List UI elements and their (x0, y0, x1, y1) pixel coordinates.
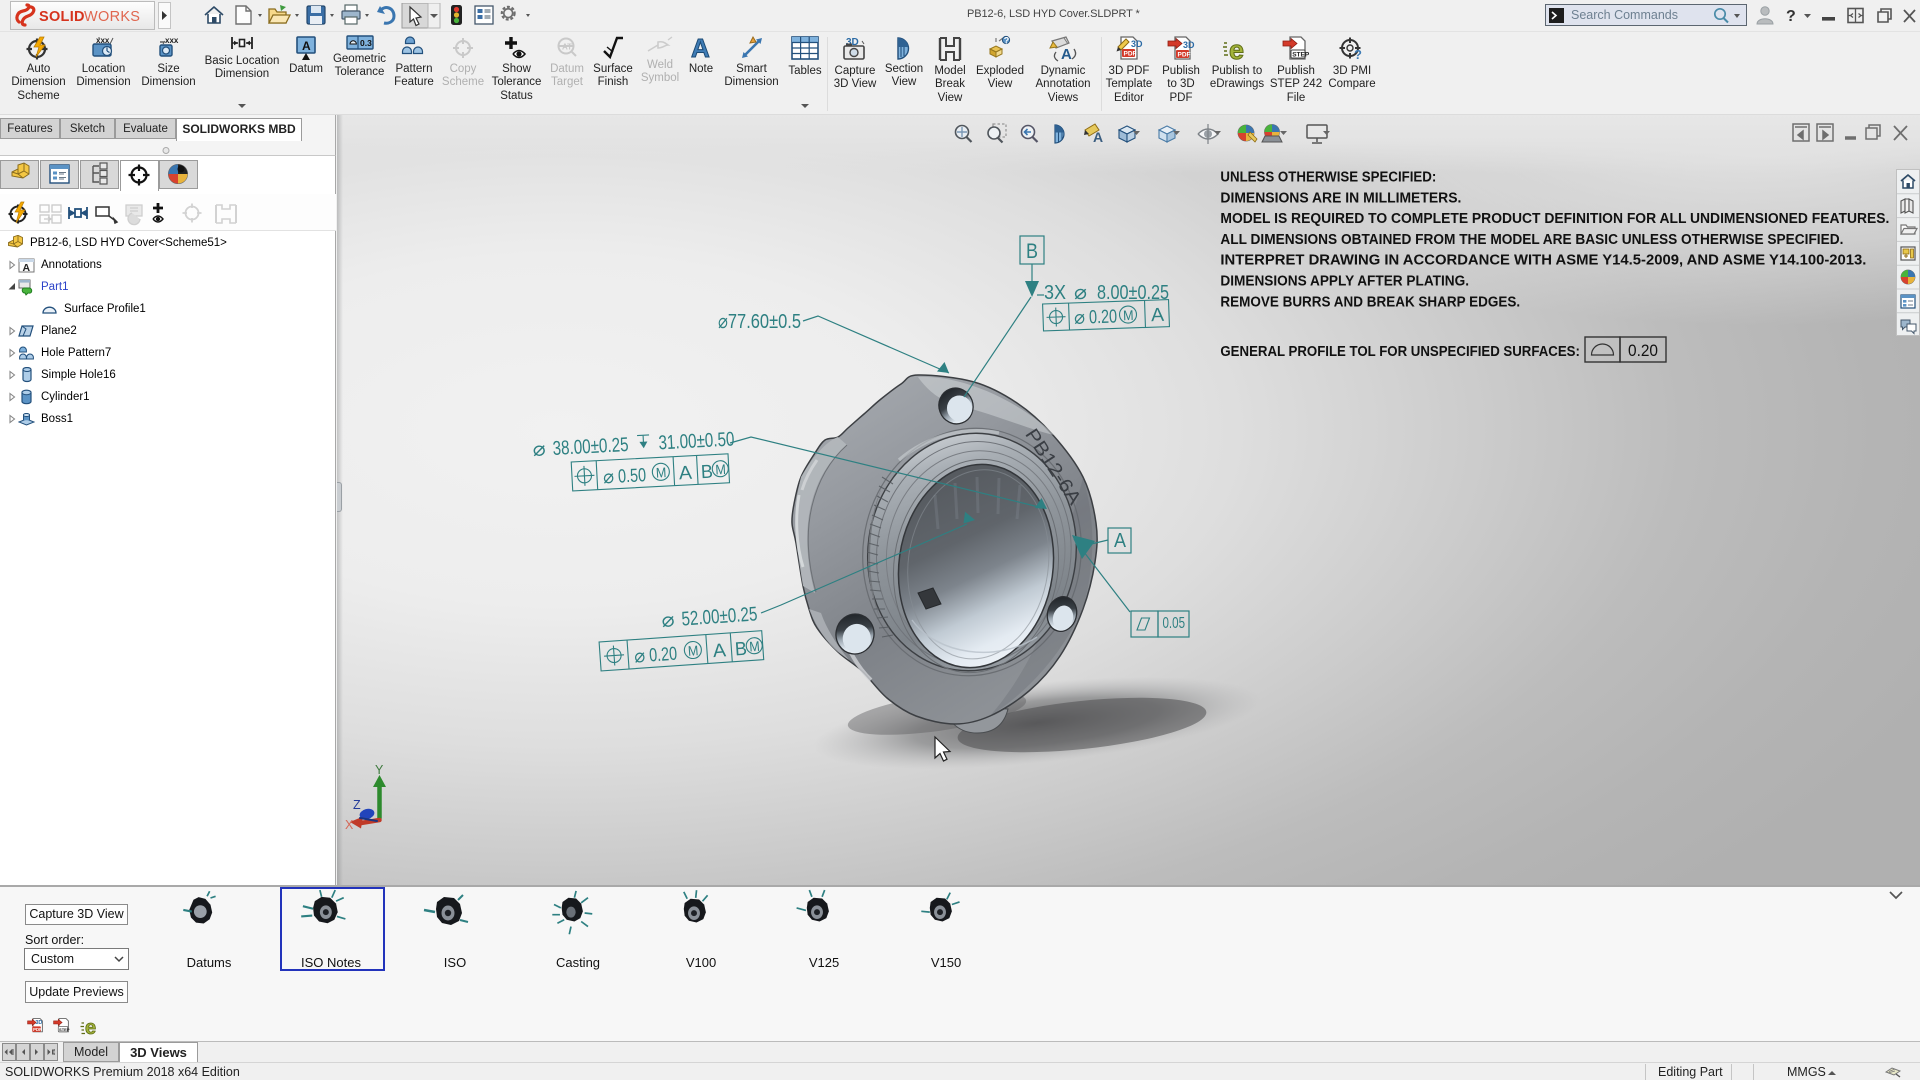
svg-text:WORKS: WORKS (84, 9, 140, 25)
svg-text:A: A (1114, 530, 1127, 552)
svg-text:A: A (1093, 129, 1103, 145)
svg-text:e: e (85, 1017, 96, 1039)
svg-text:3D: 3D (35, 1020, 42, 1026)
svg-text:STEP: STEP (59, 1027, 70, 1032)
svg-text:52.00±0.25: 52.00±0.25 (681, 603, 758, 630)
svg-text:A: A (302, 39, 311, 53)
svg-text:M: M (749, 638, 761, 655)
svg-text:DIMENSIONS APPLY AFTER PLATING: DIMENSIONS APPLY AFTER PLATING. (1220, 273, 1469, 290)
svg-text:M: M (1123, 307, 1134, 323)
svg-text:DIMENSIONS ARE IN MILLIMETERS.: DIMENSIONS ARE IN MILLIMETERS. (1220, 189, 1461, 206)
svg-text:⌀77.60±0.5: ⌀77.60±0.5 (718, 311, 801, 333)
svg-text:0.3: 0.3 (360, 38, 372, 48)
svg-text:0.20: 0.20 (648, 644, 677, 667)
svg-text:A: A (678, 463, 692, 485)
svg-text:GENERAL PROFILE TOL FOR UNSPEC: GENERAL PROFILE TOL FOR UNSPECIFIED SURF… (1220, 343, 1580, 360)
svg-text:Y: Y (375, 763, 384, 777)
svg-text:3D: 3D (1183, 40, 1195, 50)
svg-text:X: X (345, 818, 354, 832)
svg-text:STEP: STEP (1292, 52, 1310, 59)
svg-text:B: B (700, 462, 713, 484)
svg-text:A: A (1061, 46, 1072, 63)
svg-text:M: M (655, 464, 666, 481)
svg-text:xxx: xxx (165, 36, 179, 45)
svg-text:3D: 3D (1131, 39, 1143, 49)
svg-text:PDF: PDF (33, 1027, 42, 1032)
svg-text:SOLID: SOLID (39, 9, 85, 25)
svg-text:?: ? (1786, 8, 1796, 25)
svg-text:0.20: 0.20 (1089, 306, 1118, 328)
svg-text:⌀: ⌀ (633, 646, 645, 668)
svg-text:PDF: PDF (1124, 51, 1137, 58)
svg-text:A: A (23, 262, 31, 274)
svg-text:⌀: ⌀ (603, 467, 615, 489)
svg-text:?: ? (1004, 35, 1010, 45)
svg-text:INTERPRET DRAWING IN ACCORDANC: INTERPRET DRAWING IN ACCORDANCE WITH ASM… (1220, 252, 1866, 269)
svg-text:REMOVE BURRS AND BREAK SHARP E: REMOVE BURRS AND BREAK SHARP EDGES. (1220, 293, 1520, 310)
svg-text:A: A (691, 35, 710, 61)
svg-text:⌀: ⌀ (661, 609, 676, 632)
svg-text:e: e (1229, 35, 1244, 63)
svg-text:0.05: 0.05 (1163, 615, 1186, 632)
svg-text:PDF: PDF (1178, 52, 1191, 59)
svg-text:?: ? (1354, 47, 1362, 62)
svg-text:0.50: 0.50 (618, 465, 647, 487)
svg-text:31.00±0.50: 31.00±0.50 (658, 428, 735, 454)
svg-text:B: B (734, 639, 747, 661)
svg-text:B: B (1026, 240, 1038, 263)
svg-text:3X: 3X (1044, 282, 1066, 304)
svg-text:M: M (687, 642, 699, 659)
svg-text:AT: AT (562, 43, 572, 52)
svg-text:UNLESS OTHERWISE SPECIFIED:: UNLESS OTHERWISE SPECIFIED: (1220, 169, 1436, 186)
svg-text:M: M (715, 461, 726, 478)
svg-text:⌀: ⌀ (532, 438, 546, 461)
svg-text:⌀: ⌀ (1074, 282, 1087, 304)
svg-text:A: A (712, 640, 727, 662)
svg-text:ALL DIMENSIONS OBTAINED FROM T: ALL DIMENSIONS OBTAINED FROM THE MODEL A… (1220, 231, 1843, 248)
svg-text:A: A (1151, 305, 1165, 326)
svg-text:⌀: ⌀ (1074, 308, 1086, 329)
svg-text:Z: Z (353, 798, 361, 812)
svg-text:0.20: 0.20 (1628, 341, 1658, 360)
svg-text:38.00±0.25: 38.00±0.25 (552, 434, 629, 460)
svg-text:MODEL IS REQUIRED TO COMPLETE: MODEL IS REQUIRED TO COMPLETE PRODUCT DE… (1220, 210, 1889, 227)
